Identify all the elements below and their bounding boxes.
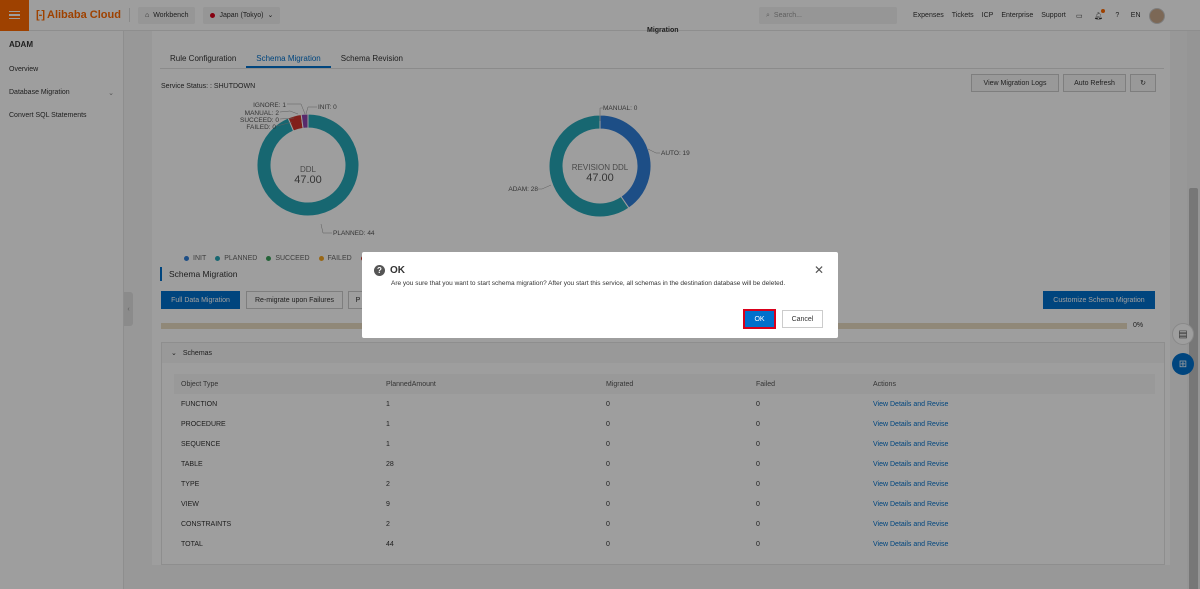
ok-button[interactable]: OK: [743, 309, 776, 329]
question-icon: ?: [374, 265, 385, 276]
dialog-title: ? OK: [374, 265, 405, 276]
close-icon[interactable]: ✕: [814, 263, 824, 277]
dialog-message: Are you sure that you want to start sche…: [391, 280, 786, 287]
cancel-button[interactable]: Cancel: [782, 310, 823, 328]
confirm-dialog: ? OK ✕ Are you sure that you want to sta…: [362, 252, 838, 338]
